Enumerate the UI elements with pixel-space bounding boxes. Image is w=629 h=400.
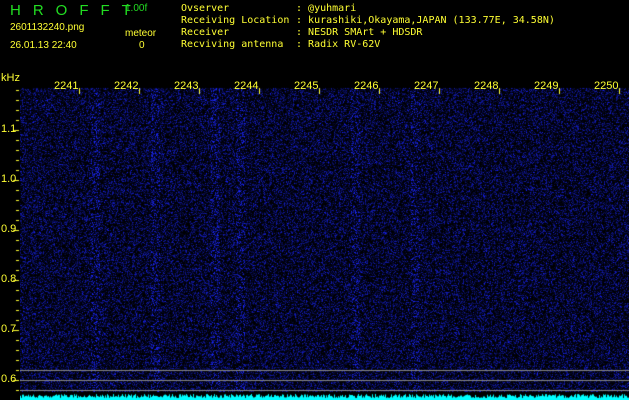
- x-tick-label: 2242: [114, 80, 138, 92]
- info-label: Receiver: [181, 27, 229, 39]
- app-logo: HROFFT: [10, 2, 143, 19]
- info-label: Ovserver: [181, 3, 229, 15]
- y-axis-ticks: [0, 80, 20, 400]
- info-label: Receiving Location: [181, 15, 289, 27]
- info-receiver: NESDR SMArt + HDSDR: [308, 27, 422, 38]
- x-tick-label: 2248: [474, 80, 498, 92]
- info-location: kurashiki,Okayama,JAPAN (133.77E, 34.58N…: [308, 15, 555, 26]
- info-antenna: Radix RV-62V: [308, 39, 380, 50]
- spectrogram: [20, 80, 629, 400]
- info-label: Recviving antenna: [181, 39, 283, 51]
- info-observer: @yuhmari: [308, 3, 356, 14]
- x-tick-label: 2244: [234, 80, 258, 92]
- meteor-count: 0: [139, 40, 145, 52]
- info-value: : @yuhmari: [296, 3, 356, 15]
- info-value: : kurashiki,Okayama,JAPAN (133.77E, 34.5…: [296, 15, 555, 27]
- x-tick-label: 2249: [534, 80, 558, 92]
- file-name: 2601132240.png: [10, 22, 84, 34]
- x-tick-label: 2246: [354, 80, 378, 92]
- x-tick-label: 2241: [54, 80, 78, 92]
- x-tick-label: 2243: [174, 80, 198, 92]
- x-tick-label: 2245: [294, 80, 318, 92]
- file-datetime: 26.01.13 22:40: [10, 40, 77, 52]
- x-tick-label: 2247: [414, 80, 438, 92]
- info-value: : NESDR SMArt + HDSDR: [296, 27, 422, 39]
- meteor-label: meteor: [125, 28, 156, 40]
- app-version: 1.00f: [125, 3, 147, 14]
- x-tick-label: 2250: [594, 80, 618, 92]
- info-value: : Radix RV-62V: [296, 39, 380, 51]
